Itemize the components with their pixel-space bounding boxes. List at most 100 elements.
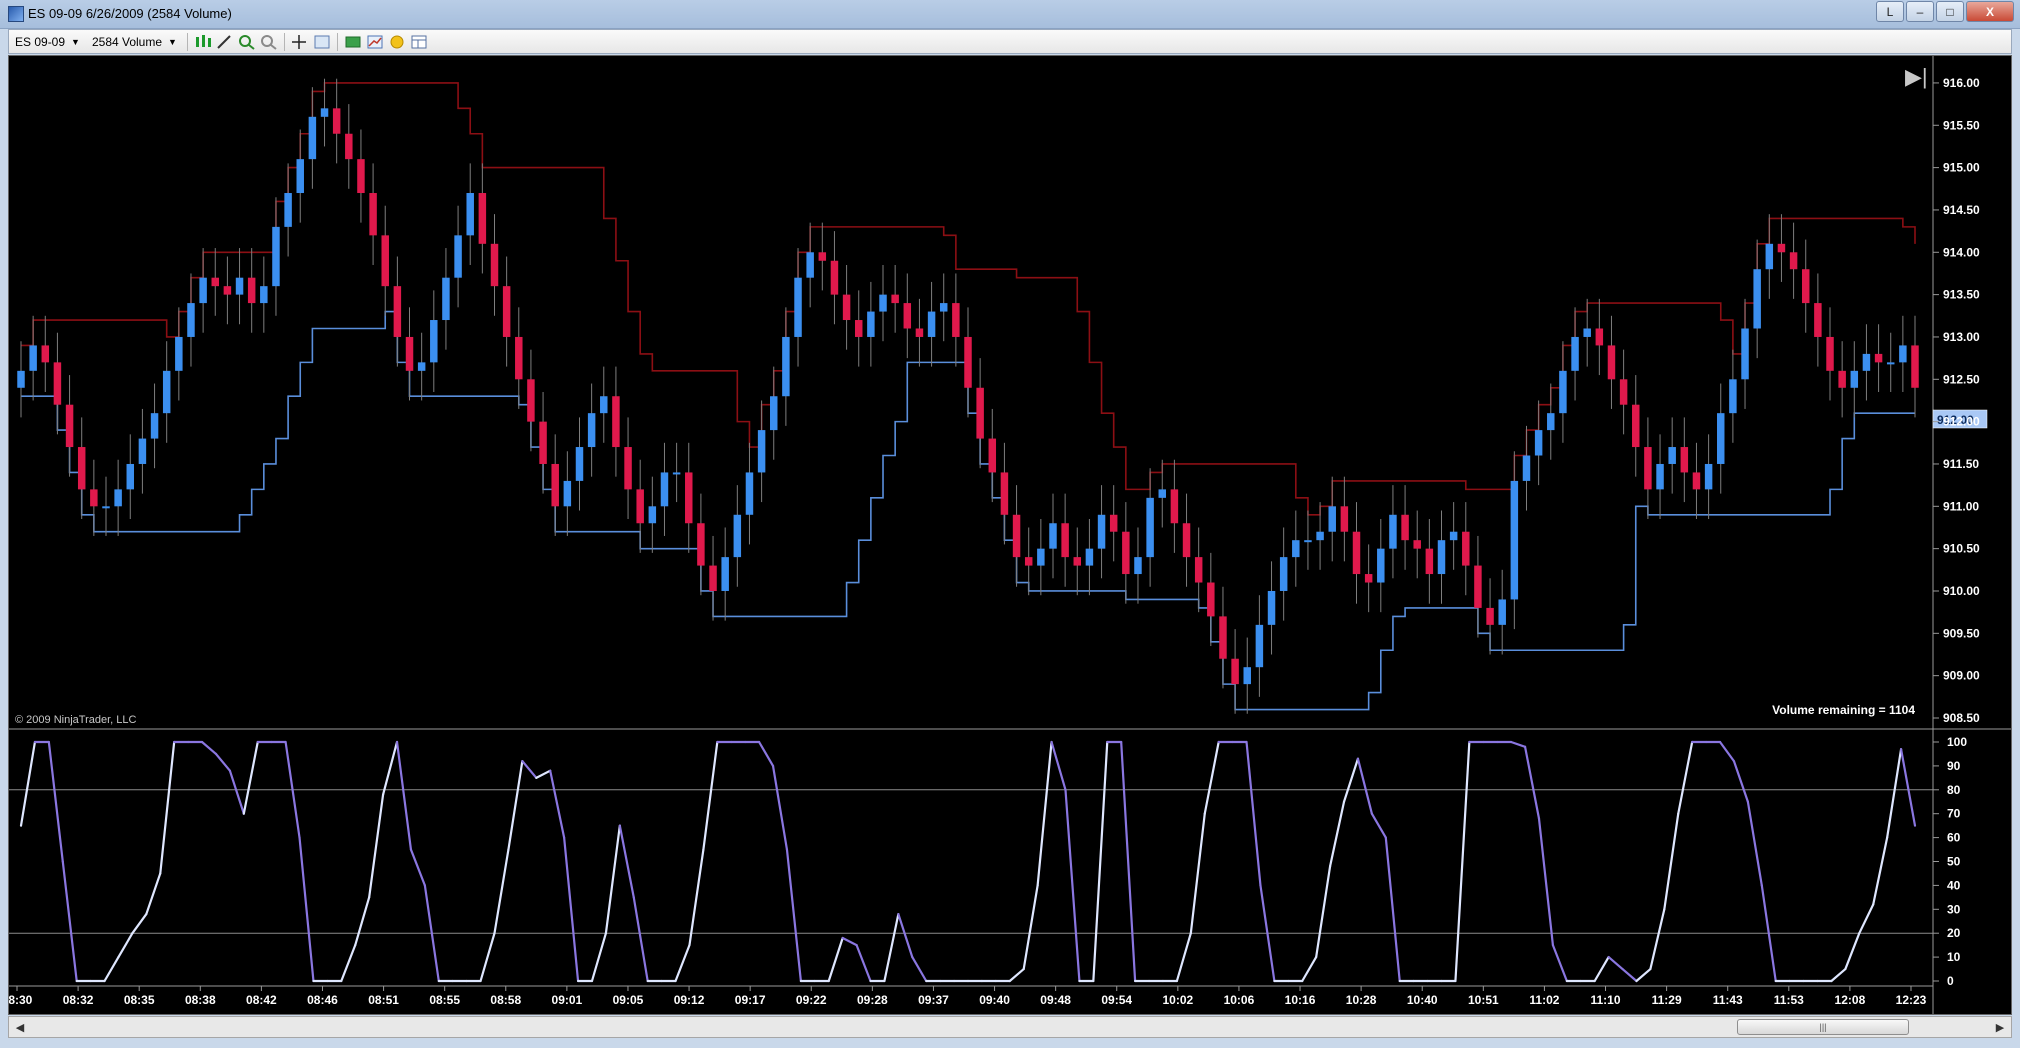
candle-body	[1595, 328, 1604, 346]
maximize-button[interactable]: □	[1936, 1, 1964, 22]
time-tick-label: 09:01	[552, 993, 583, 1007]
zoom-in-icon[interactable]	[236, 32, 258, 52]
candle-body	[660, 472, 669, 507]
candle-body	[1037, 548, 1045, 566]
scrollbar-thumb[interactable]: |||	[1737, 1019, 1909, 1035]
stochastic-segment	[1120, 740, 1137, 983]
candle-body	[90, 489, 98, 507]
candle-body	[369, 193, 377, 236]
draw-tool-icon[interactable]	[214, 32, 236, 52]
stochastic-segment	[1732, 760, 1749, 803]
candle-body	[114, 489, 122, 507]
stochastic-segment	[632, 896, 649, 983]
stochastic-segment	[590, 932, 608, 983]
candle-body	[1838, 370, 1846, 388]
stochastic-segment	[618, 824, 635, 899]
candle-body	[1255, 624, 1264, 668]
close-button[interactable]: X	[1966, 1, 2014, 22]
candle-body	[806, 252, 814, 278]
scroll-right-icon[interactable]: ▶	[1991, 1019, 2009, 1035]
chevron-down-icon: ▼	[71, 36, 80, 47]
time-tick-label: 08:51	[368, 993, 399, 1007]
candle-body	[1292, 540, 1300, 558]
instrument-selector[interactable]: ES 09-09 ▼	[9, 30, 86, 53]
candle-body	[1377, 548, 1385, 583]
candle-body	[830, 260, 839, 295]
strategies-icon[interactable]	[364, 32, 386, 52]
candle-body	[879, 294, 887, 312]
window-title: ES 09-09 6/26/2009 (2584 Volume)	[28, 6, 232, 21]
candle-body	[988, 438, 997, 473]
stochastic-segment	[507, 760, 524, 851]
stochastic-segment	[1064, 788, 1081, 983]
candle-body	[976, 387, 984, 439]
stochastic-segment	[242, 740, 259, 815]
price-tick-label: 912.50	[1943, 372, 1980, 386]
minimize-button[interactable]: –	[1906, 1, 1934, 22]
stochastic-segment	[1245, 740, 1262, 887]
osc-tick-label: 70	[1947, 807, 1961, 821]
indicators-icon[interactable]	[342, 32, 364, 52]
stochastic-segment	[827, 936, 844, 983]
price-tick-label: 910.50	[1943, 542, 1980, 556]
stochastic-segment	[1621, 967, 1638, 983]
candle-body	[600, 396, 608, 414]
stochastic-segment	[841, 936, 858, 947]
candle-body	[964, 336, 972, 388]
candle-body	[490, 243, 499, 287]
data-box-icon[interactable]	[408, 32, 430, 52]
candle-body	[345, 133, 353, 160]
horizontal-scrollbar[interactable]: ◀ ||| ▶	[8, 1016, 2012, 1038]
candle-body	[102, 506, 110, 509]
scroll-left-icon[interactable]: ◀	[11, 1019, 29, 1035]
candle-body	[211, 277, 219, 287]
candle-body	[563, 480, 572, 507]
stochastic-segment	[381, 740, 399, 796]
candle-body	[757, 430, 766, 473]
time-tick-label: 08:42	[246, 993, 277, 1007]
candle-body	[842, 294, 851, 321]
time-tick-label: 08:55	[429, 993, 460, 1007]
period-selector[interactable]: 2584 Volume ▼	[86, 30, 183, 53]
candle-body	[296, 159, 304, 194]
candle-body	[405, 336, 414, 371]
candle-body	[1498, 599, 1506, 625]
stochastic-segment	[493, 848, 510, 935]
candle-body	[1474, 565, 1482, 608]
price-tick-label: 916.00	[1943, 76, 1980, 90]
candle-body	[284, 193, 292, 227]
candle-body	[1717, 413, 1725, 464]
time-tick-label: 08:32	[63, 993, 94, 1007]
candle-body	[733, 514, 742, 558]
osc-tick-label: 100	[1947, 735, 1967, 749]
chart-panel[interactable]: © 2009 NinjaTrader, LLC Volume remaining…	[8, 55, 2012, 1015]
window-title-bar[interactable]: ES 09-09 6/26/2009 (2584 Volume) L – □ X	[0, 0, 2020, 29]
stochastic-segment	[1189, 812, 1206, 935]
candle-body	[685, 472, 693, 524]
toolbar-divider	[283, 32, 285, 51]
candle-body	[854, 320, 863, 337]
candle-body	[235, 277, 244, 295]
osc-tick-label: 10	[1947, 950, 1961, 964]
candle-body	[1632, 404, 1640, 448]
zoom-out-icon[interactable]	[258, 32, 280, 52]
candle-body	[29, 345, 37, 371]
time-tick-label: 08:46	[307, 993, 338, 1007]
candle-body	[1182, 523, 1191, 558]
price-and-oscillator-chart[interactable]: © 2009 NinjaTrader, LLC Volume remaining…	[9, 56, 2012, 1015]
candle-body	[721, 557, 729, 591]
stochastic-segment	[61, 860, 78, 983]
time-tick-label: 09:17	[735, 993, 766, 1007]
stochastic-segment	[131, 912, 148, 935]
candle-body	[1316, 531, 1324, 541]
link-button[interactable]: L	[1876, 1, 1904, 22]
crosshair-icon[interactable]	[289, 32, 311, 52]
stochastic-segment	[1175, 932, 1192, 983]
alerts-icon[interactable]	[386, 32, 408, 52]
properties-icon[interactable]	[311, 32, 333, 52]
osc-tick-label: 0	[1947, 974, 1954, 988]
price-panel	[9, 56, 1933, 728]
scroll-to-end-icon[interactable]: ▶|	[1905, 64, 1928, 89]
bar-style-icon[interactable]	[192, 32, 214, 52]
candle-body	[320, 108, 329, 117]
